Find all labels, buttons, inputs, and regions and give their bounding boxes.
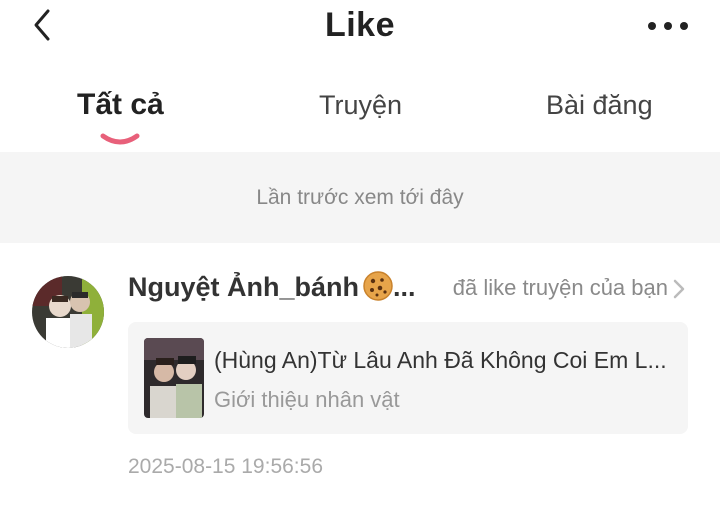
- story-cover: [144, 338, 204, 418]
- user-name-line[interactable]: Nguyệt Ảnh_bánh ...: [128, 271, 416, 303]
- story-cover-image: [144, 338, 204, 418]
- last-viewed-text: Lần trước xem tới đây: [256, 185, 464, 209]
- more-button[interactable]: [646, 18, 690, 34]
- avatar-photo: [32, 276, 104, 348]
- page-title: Like: [324, 6, 396, 44]
- likes-page: Like Tất cả Truyện Bài đăng Lần trước xe…: [0, 0, 720, 511]
- user-name-ellipsis: ...: [393, 272, 416, 302]
- tab-posts[interactable]: Bài đăng: [546, 90, 653, 121]
- story-card[interactable]: (Hùng An)Từ Lâu Anh Đã Không Coi Em L...…: [128, 322, 688, 434]
- cookie-icon: [363, 271, 393, 301]
- avatar[interactable]: [32, 276, 104, 348]
- chevron-right-icon[interactable]: [672, 279, 686, 299]
- more-dots-icon: [648, 22, 688, 30]
- tab-stories[interactable]: Truyện: [319, 90, 402, 121]
- active-tab-indicator: [100, 133, 140, 145]
- story-title: (Hùng An)Từ Lâu Anh Đã Không Coi Em L...: [214, 347, 667, 373]
- timestamp: 2025-08-15 19:56:56: [128, 455, 323, 478]
- story-subtitle: Giới thiệu nhân vật: [214, 387, 400, 412]
- tab-bar: Tất cả Truyện Bài đăng: [0, 80, 720, 152]
- action-text: đã like truyện của bạn: [452, 275, 668, 300]
- tab-all[interactable]: Tất cả: [77, 88, 164, 122]
- top-bar: Like: [0, 0, 720, 60]
- user-name: Nguyệt Ảnh_bánh: [128, 272, 360, 302]
- last-viewed-banner: Lần trước xem tới đây: [0, 152, 720, 243]
- notification-item[interactable]: Nguyệt Ảnh_bánh ... đã like truyện của b…: [0, 243, 720, 511]
